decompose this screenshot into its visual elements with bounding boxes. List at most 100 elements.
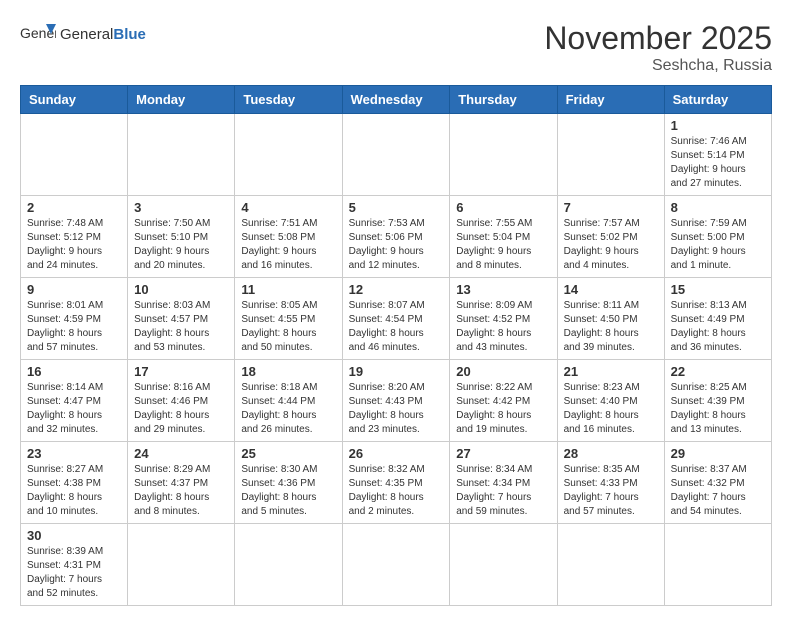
day-info: Sunrise: 8:27 AMSunset: 4:38 PMDaylight:…: [27, 463, 121, 519]
page-header: General GeneralBlue November 2025 Seshch…: [20, 20, 772, 75]
weekday-header-thursday: Thursday: [450, 86, 557, 114]
calendar-cell: 23 Sunrise: 8:27 AMSunset: 4:38 PMDayligh…: [21, 442, 128, 524]
day-number: 8: [671, 200, 765, 215]
day-info: Sunrise: 8:01 AMSunset: 4:59 PMDaylight:…: [27, 299, 121, 355]
day-info: Sunrise: 7:53 AMSunset: 5:06 PMDaylight:…: [349, 217, 444, 273]
day-info: Sunrise: 8:11 AMSunset: 4:50 PMDaylight:…: [564, 299, 658, 355]
day-info: Sunrise: 8:34 AMSunset: 4:34 PMDaylight:…: [456, 463, 550, 519]
day-info: Sunrise: 7:50 AMSunset: 5:10 PMDaylight:…: [134, 217, 228, 273]
calendar-cell: 14 Sunrise: 8:11 AMSunset: 4:50 PMDayligh…: [557, 278, 664, 360]
weekday-header-sunday: Sunday: [21, 86, 128, 114]
week-row-4: 16Sunrise: 8:14 AMSunset: 4:47 PMDayligh…: [21, 360, 772, 442]
calendar-cell: 25Sunrise: 8:30 AMSunset: 4:36 PMDayligh…: [235, 442, 342, 524]
day-number: 11: [241, 282, 335, 297]
day-number: 23: [27, 446, 121, 461]
day-info: Sunrise: 8:20 AMSunset: 4:43 PMDaylight:…: [349, 381, 444, 437]
day-number: 21: [564, 364, 658, 379]
calendar-cell: 3 Sunrise: 7:50 AMSunset: 5:10 PMDaylight…: [128, 196, 235, 278]
week-row-6: 30Sunrise: 8:39 AMSunset: 4:31 PMDayligh…: [21, 524, 772, 606]
day-number: 30: [27, 528, 121, 543]
calendar-cell: [128, 524, 235, 606]
day-info: Sunrise: 8:35 AMSunset: 4:33 PMDaylight:…: [564, 463, 658, 519]
day-info: Sunrise: 8:03 AMSunset: 4:57 PMDaylight:…: [134, 299, 228, 355]
day-number: 26: [349, 446, 444, 461]
weekday-header-wednesday: Wednesday: [342, 86, 450, 114]
calendar-cell: 20 Sunrise: 8:22 AMSunset: 4:42 PMDayligh…: [450, 360, 557, 442]
day-number: 2: [27, 200, 121, 215]
day-number: 6: [456, 200, 550, 215]
day-number: 1: [671, 118, 765, 133]
calendar-cell: 29 Sunrise: 8:37 AMSunset: 4:32 PMDayligh…: [664, 442, 771, 524]
calendar-cell: 13 Sunrise: 8:09 AMSunset: 4:52 PMDayligh…: [450, 278, 557, 360]
calendar-cell: 24Sunrise: 8:29 AMSunset: 4:37 PMDayligh…: [128, 442, 235, 524]
day-number: 12: [349, 282, 444, 297]
weekday-header-row: SundayMondayTuesdayWednesdayThursdayFrid…: [21, 86, 772, 114]
calendar-cell: 18Sunrise: 8:18 AMSunset: 4:44 PMDayligh…: [235, 360, 342, 442]
day-number: 10: [134, 282, 228, 297]
calendar-cell: [342, 114, 450, 196]
logo-icon: General: [20, 20, 56, 48]
calendar: SundayMondayTuesdayWednesdayThursdayFrid…: [20, 85, 772, 606]
calendar-cell: 26Sunrise: 8:32 AMSunset: 4:35 PMDayligh…: [342, 442, 450, 524]
day-number: 3: [134, 200, 228, 215]
day-info: Sunrise: 8:22 AMSunset: 4:42 PMDaylight:…: [456, 381, 550, 437]
week-row-1: 1 Sunrise: 7:46 AMSunset: 5:14 PMDaylight…: [21, 114, 772, 196]
day-info: Sunrise: 8:05 AMSunset: 4:55 PMDaylight:…: [241, 299, 335, 355]
location: Seshcha, Russia: [544, 57, 772, 75]
day-number: 27: [456, 446, 550, 461]
day-number: 20: [456, 364, 550, 379]
calendar-cell: [557, 114, 664, 196]
day-info: Sunrise: 8:13 AMSunset: 4:49 PMDaylight:…: [671, 299, 765, 355]
calendar-cell: [664, 524, 771, 606]
calendar-cell: 21 Sunrise: 8:23 AMSunset: 4:40 PMDayligh…: [557, 360, 664, 442]
week-row-3: 9 Sunrise: 8:01 AMSunset: 4:59 PMDaylight…: [21, 278, 772, 360]
calendar-cell: 22Sunrise: 8:25 AMSunset: 4:39 PMDayligh…: [664, 360, 771, 442]
day-info: Sunrise: 8:29 AMSunset: 4:37 PMDaylight:…: [134, 463, 228, 519]
month-title: November 2025: [544, 20, 772, 57]
calendar-cell: 30Sunrise: 8:39 AMSunset: 4:31 PMDayligh…: [21, 524, 128, 606]
calendar-cell: 16Sunrise: 8:14 AMSunset: 4:47 PMDayligh…: [21, 360, 128, 442]
day-number: 9: [27, 282, 121, 297]
weekday-header-tuesday: Tuesday: [235, 86, 342, 114]
day-info: Sunrise: 8:23 AMSunset: 4:40 PMDaylight:…: [564, 381, 658, 437]
day-number: 17: [134, 364, 228, 379]
calendar-cell: [128, 114, 235, 196]
day-number: 13: [456, 282, 550, 297]
calendar-cell: [450, 114, 557, 196]
calendar-cell: [557, 524, 664, 606]
title-block: November 2025 Seshcha, Russia: [544, 20, 772, 75]
weekday-header-monday: Monday: [128, 86, 235, 114]
day-number: 18: [241, 364, 335, 379]
day-info: Sunrise: 7:46 AMSunset: 5:14 PMDaylight:…: [671, 135, 765, 191]
day-info: Sunrise: 8:07 AMSunset: 4:54 PMDaylight:…: [349, 299, 444, 355]
calendar-cell: 2 Sunrise: 7:48 AMSunset: 5:12 PMDaylight…: [21, 196, 128, 278]
day-number: 25: [241, 446, 335, 461]
weekday-header-saturday: Saturday: [664, 86, 771, 114]
calendar-cell: 10 Sunrise: 8:03 AMSunset: 4:57 PMDayligh…: [128, 278, 235, 360]
day-info: Sunrise: 7:48 AMSunset: 5:12 PMDaylight:…: [27, 217, 121, 273]
calendar-cell: 4Sunrise: 7:51 AMSunset: 5:08 PMDaylight…: [235, 196, 342, 278]
calendar-cell: [450, 524, 557, 606]
calendar-cell: 28 Sunrise: 8:35 AMSunset: 4:33 PMDayligh…: [557, 442, 664, 524]
day-number: 14: [564, 282, 658, 297]
day-number: 7: [564, 200, 658, 215]
day-info: Sunrise: 8:14 AMSunset: 4:47 PMDaylight:…: [27, 381, 121, 437]
calendar-cell: 9 Sunrise: 8:01 AMSunset: 4:59 PMDaylight…: [21, 278, 128, 360]
day-number: 28: [564, 446, 658, 461]
calendar-cell: [21, 114, 128, 196]
day-number: 29: [671, 446, 765, 461]
day-info: Sunrise: 8:25 AMSunset: 4:39 PMDaylight:…: [671, 381, 765, 437]
week-row-5: 23 Sunrise: 8:27 AMSunset: 4:38 PMDayligh…: [21, 442, 772, 524]
calendar-cell: [235, 524, 342, 606]
day-number: 4: [241, 200, 335, 215]
day-info: Sunrise: 7:59 AMSunset: 5:00 PMDaylight:…: [671, 217, 765, 273]
day-info: Sunrise: 7:55 AMSunset: 5:04 PMDaylight:…: [456, 217, 550, 273]
day-number: 19: [349, 364, 444, 379]
day-number: 15: [671, 282, 765, 297]
day-info: Sunrise: 8:37 AMSunset: 4:32 PMDaylight:…: [671, 463, 765, 519]
week-row-2: 2 Sunrise: 7:48 AMSunset: 5:12 PMDaylight…: [21, 196, 772, 278]
calendar-cell: 6 Sunrise: 7:55 AMSunset: 5:04 PMDaylight…: [450, 196, 557, 278]
weekday-header-friday: Friday: [557, 86, 664, 114]
logo: General GeneralBlue: [20, 20, 146, 48]
day-info: Sunrise: 8:09 AMSunset: 4:52 PMDaylight:…: [456, 299, 550, 355]
